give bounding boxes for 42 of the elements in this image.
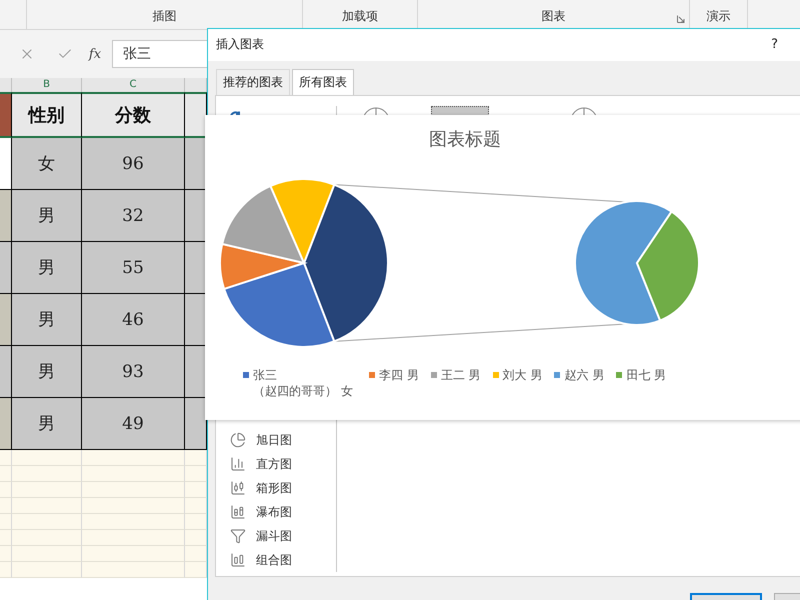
chart-type-item[interactable]: 旭日图 — [216, 428, 336, 452]
dialog-tab[interactable]: 所有图表 — [292, 68, 354, 96]
table-header-cell: 性别 — [12, 92, 82, 138]
table-cell: 男 — [12, 294, 82, 346]
table-cell: 93 — [82, 346, 185, 398]
chart-type-item[interactable]: 组合图 — [216, 548, 336, 572]
legend-label: 田七 男 — [626, 367, 666, 383]
chart-type-item[interactable]: 箱形图 — [216, 476, 336, 500]
table-cell: 男 — [12, 346, 82, 398]
legend-label: 李四 男 — [379, 367, 419, 383]
table-cell: 46 — [82, 294, 185, 346]
table-cell: 96 — [82, 138, 185, 190]
dialog-title: 插入图表 — [216, 36, 264, 54]
table-cell: 男 — [12, 242, 82, 294]
chart-type-label: 旭日图 — [256, 432, 292, 448]
ribbon-group-label: 加载项 — [342, 8, 378, 25]
legend-label: 赵六 男 — [564, 367, 604, 383]
table-cell: 49 — [82, 398, 185, 450]
ribbon-group-label: 图表 — [542, 8, 566, 25]
ribbon-group-label: 插图 — [152, 8, 176, 25]
chart-type-label: 漏斗图 — [256, 528, 292, 544]
chart-type-item[interactable]: 瀑布图 — [216, 500, 336, 524]
help-button[interactable]: ? — [771, 37, 778, 52]
chart-type-item[interactable]: 漏斗图 — [216, 524, 336, 548]
legend-label: 王二 男 — [440, 367, 481, 383]
table-header-cell: 分数 — [82, 92, 185, 138]
dialog-tab[interactable]: 推荐的图表 — [216, 68, 290, 95]
insert-function-button[interactable]: fx — [84, 46, 106, 62]
chart-title: 图表标题 — [429, 128, 501, 151]
chart-type-label: 箱形图 — [256, 480, 292, 496]
legend-label: 张三（赵四的哥哥） 女 — [253, 367, 354, 399]
chart-type-item[interactable]: 直方图 — [216, 452, 336, 476]
table-cell: 男 — [12, 398, 82, 450]
table-cell: 32 — [82, 190, 185, 242]
table-cell: 男 — [12, 190, 82, 242]
chart-type-label: 直方图 — [256, 456, 292, 472]
chart-type-label: 瀑布图 — [256, 504, 292, 520]
ribbon-group-label: 演示 — [706, 8, 730, 25]
chart-type-label: 组合图 — [256, 552, 292, 568]
table-cell: 55 — [82, 242, 185, 294]
table-cell: 女 — [12, 138, 82, 190]
legend-label: 刘大 男 — [502, 367, 542, 383]
